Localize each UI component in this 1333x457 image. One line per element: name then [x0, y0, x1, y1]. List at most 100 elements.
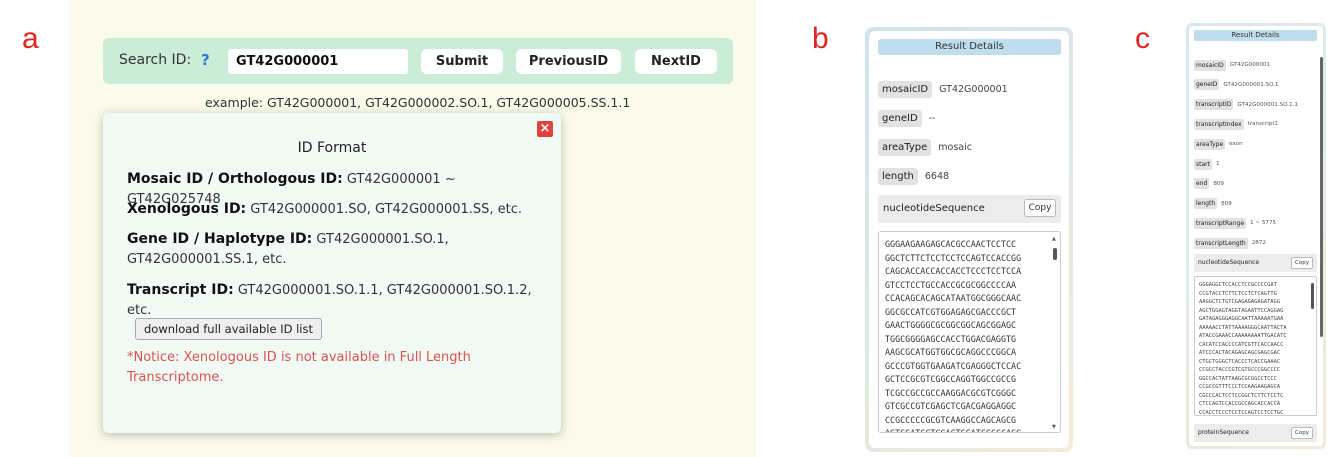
field-key: transcriptLength: [1194, 237, 1248, 249]
field-key: length: [878, 167, 918, 185]
field-key: transcriptID: [1194, 99, 1234, 111]
search-id-label: Search ID:: [119, 52, 192, 68]
format-row-transcript: Transcript ID: GT42G000001.SO.1.1, GT42G…: [127, 280, 547, 321]
format-value: GT42G000001.SO, GT42G000001.SS, etc.: [246, 202, 523, 217]
field-value: --: [928, 112, 936, 124]
panel-b-frame: Result Details mosaicID GT42G000001 gene…: [865, 27, 1073, 452]
modal-title: ID Format: [297, 140, 367, 156]
search-bar: Search ID: ? Submit PreviousID NextID: [103, 38, 733, 84]
format-row-xenologous: Xenologous ID: GT42G000001.SO, GT42G0000…: [127, 199, 547, 220]
sequence-line: GAACTGGGGCGCGGCGGCAGCGGAGC: [885, 320, 1017, 330]
field-key: mosaicID: [878, 80, 933, 98]
sequence-line: TGGCGGGGAGCCACCTGGACGAGGTG: [885, 333, 1017, 344]
field-value: transcript1: [1247, 121, 1279, 128]
sequence-line: CGCCCACTCCTCCGGCTCTTCTCCTC: [1199, 392, 1284, 399]
notice-text: *Notice: Xenologous ID is not available …: [127, 350, 471, 385]
field-row-areatype: areaType mosaic: [878, 136, 972, 158]
field-key: start: [1194, 158, 1212, 170]
field-row-length: length 6648: [878, 165, 949, 187]
sequence-line: CAGCACCACCACCACCTCCCTCCTCCA: [885, 266, 1022, 276]
sequence-line: AAGCGCATGGTGGCGCAGGCCCGGCA: [885, 347, 1017, 357]
field-value: 809: [1221, 200, 1232, 207]
result-details-panel-transcript: Result Details mosaicID GT42G000001 geneID…: [1189, 26, 1323, 446]
field-key: mosaicID: [1194, 59, 1226, 71]
format-label: Gene ID / Haplotype ID:: [127, 231, 313, 247]
sequence-line: CCACCTCCCTCCTCCAGTCCTCCTGC: [1199, 409, 1284, 416]
result-details-panel: Result Details mosaicID GT42G000001 gene…: [869, 31, 1069, 448]
sequence-scroll-thumb[interactable]: [1311, 283, 1314, 309]
search-id-input[interactable]: [228, 49, 408, 74]
sequence-line: AAAAACCTATTAAAAGGGCAATTACTA: [1199, 324, 1287, 331]
panel-scrollbar[interactable]: [1320, 32, 1323, 446]
field-value: GT42G000001.SO.1: [1223, 81, 1279, 88]
field-key: geneID: [1194, 79, 1220, 91]
download-id-list-button[interactable]: download full available ID list: [135, 318, 323, 340]
id-format-modal: × ID Format Mosaic ID / Orthologous ID: …: [103, 113, 561, 433]
sequence-line: CCACAGCACAGCATAATGGCGGGCAAC: [885, 293, 1022, 303]
sequence-line: GCTCCGCGTCGGCCAGGTGGCCGCCG: [885, 374, 1017, 384]
previous-id-button[interactable]: PreviousID: [516, 49, 621, 74]
submit-button[interactable]: Submit: [421, 49, 503, 74]
sequence-line: CTCCAGTCCACCGCCAGCACCACCA: [1199, 401, 1281, 407]
format-row-gene: Gene ID / Haplotype ID: GT42G000001.SO.1…: [127, 229, 457, 270]
field-key: end: [1194, 178, 1210, 190]
sequence-line: AGTGGATCCTCGACTGCATCGCCCACG: [885, 428, 1022, 433]
result-details-header: Result Details: [1194, 30, 1317, 41]
sequence-line: CTGCTGGGCTCACCCTCACCGAAAC: [1199, 358, 1281, 365]
copy-button[interactable]: Copy: [1291, 427, 1313, 439]
field-value: GT42G000001.SO.1.1: [1237, 101, 1298, 108]
panel-scroll-thumb[interactable]: [1320, 57, 1323, 337]
close-icon[interactable]: ×: [537, 121, 553, 137]
field-key: transcriptRange: [1194, 217, 1247, 229]
sequence-line: GGCTCTTCTCCTCCTCCAGTCCACCGG: [885, 252, 1022, 263]
sequence-line: ATACCGAAACCAAAAAAAATTGACATC: [1199, 333, 1287, 339]
field-value: 1 ~ 5775: [1250, 220, 1277, 227]
sequence-line: CACATCCACCCCATCGTTCACCAACC: [1199, 341, 1284, 348]
protein-sequence-label: proteinSequence: [1198, 429, 1249, 436]
nucleotide-sequence-bar: nucleotideSequence Copy: [1194, 254, 1317, 272]
nucleotide-sequence-box[interactable]: GGGAGGCTCCACCTCCGCCCCGAT CCGTACCTCTTCTCCT…: [1194, 276, 1317, 416]
panel-c-frame: Result Details mosaicID GT42G000001 geneID…: [1186, 23, 1326, 449]
help-icon[interactable]: ?: [201, 51, 210, 69]
scroll-up-icon[interactable]: ▲: [1052, 236, 1056, 242]
field-value: exon: [1229, 141, 1243, 148]
sequence-line: GGGAAGAAGAGCACGCCAACTCCTCC: [885, 239, 1017, 249]
copy-button[interactable]: Copy: [1291, 257, 1313, 269]
panel-label-a: a: [22, 22, 39, 55]
field-row-transcriptrange: transcriptRange 1 ~ 5775: [1194, 216, 1276, 230]
sequence-line: AGCTGGAGTAGGTAGAATTCCAGGAG: [1199, 307, 1284, 314]
nucleotide-sequence-text: GGGAGGCTCCACCTCCGCCCCGAT CCGTACCTCTTCTCCT…: [1199, 281, 1307, 416]
field-row-areatype: areaType exon: [1194, 137, 1243, 151]
field-row-transcriptindex: transcriptIndex transcript1: [1194, 117, 1278, 131]
protein-sequence-bar: proteinSequence Copy: [1194, 424, 1317, 442]
field-key: geneID: [878, 109, 922, 127]
next-id-button[interactable]: NextID: [635, 49, 717, 74]
nucleotide-sequence-box[interactable]: GGGAAGAAGAGCACGCCAACTCCTCC GGCTCTTCTCCTCC…: [878, 231, 1061, 433]
format-label: Xenologous ID:: [127, 201, 247, 217]
sequence-line: TCGCCGCCGCCAAGGACGCGTCGGGC: [885, 387, 1017, 398]
field-key: length: [1194, 198, 1218, 210]
sequence-line: AAGGCTCTGTCGAGAGAGAGATAGG: [1199, 299, 1281, 305]
field-row-transcriptlength: transcriptLength 2872: [1194, 236, 1266, 250]
field-row-transcriptid: transcriptID GT42G000001.SO.1.1: [1194, 98, 1298, 112]
field-key: transcriptIndex: [1194, 118, 1244, 130]
sequence-scrollbar[interactable]: ▲ ▼: [1052, 236, 1058, 430]
sequence-line: GGCGCCATCGTGGAGAGCGACCCGCT: [885, 306, 1017, 317]
nucleotide-sequence-bar: nucleotideSequence Copy: [878, 195, 1061, 223]
field-row-mosaicid: mosaicID GT42G000001: [878, 78, 1008, 100]
scroll-thumb[interactable]: [1053, 248, 1057, 260]
nucleotide-sequence-text: GGGAAGAAGAGCACGCCAACTCCTCC GGCTCTTCTCCTCC…: [885, 238, 1049, 433]
sequence-line: CCGCCCCCGCGTCAAGGCCAGCAGCG: [885, 414, 1017, 425]
scroll-down-icon[interactable]: ▼: [1052, 424, 1056, 430]
nucleotide-sequence-label: nucleotideSequence: [1198, 259, 1260, 266]
field-row-start: start 1: [1194, 157, 1220, 171]
panel-label-b: b: [812, 22, 829, 55]
field-value: GT42G000001: [939, 83, 1008, 95]
result-details-header: Result Details: [878, 39, 1061, 55]
nucleotide-sequence-label: nucleotideSequence: [883, 203, 985, 214]
field-value: 809: [1213, 180, 1224, 187]
field-value: GT42G000001: [1229, 62, 1271, 68]
sequence-line: GGGAGGCTCCACCTCCGCCCCGAT: [1199, 282, 1277, 288]
copy-button[interactable]: Copy: [1024, 199, 1056, 217]
field-row-mosaicid: mosaicID GT42G000001: [1194, 58, 1270, 72]
